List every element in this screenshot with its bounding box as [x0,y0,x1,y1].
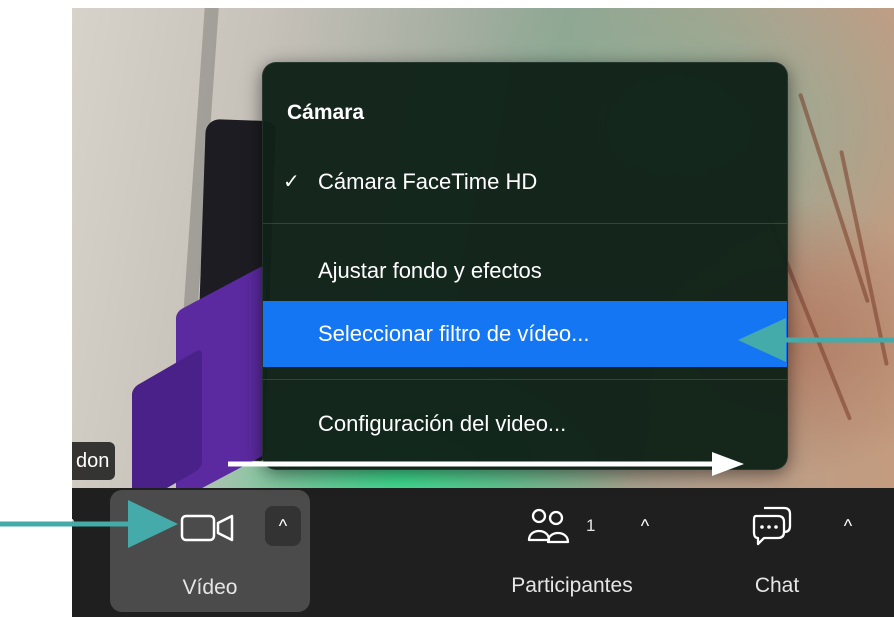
annotation-overlay [0,318,894,548]
annotation-arrow-icon [738,318,894,362]
annotation-arrow-icon [228,452,744,476]
annotation-arrow-icon [0,500,178,548]
